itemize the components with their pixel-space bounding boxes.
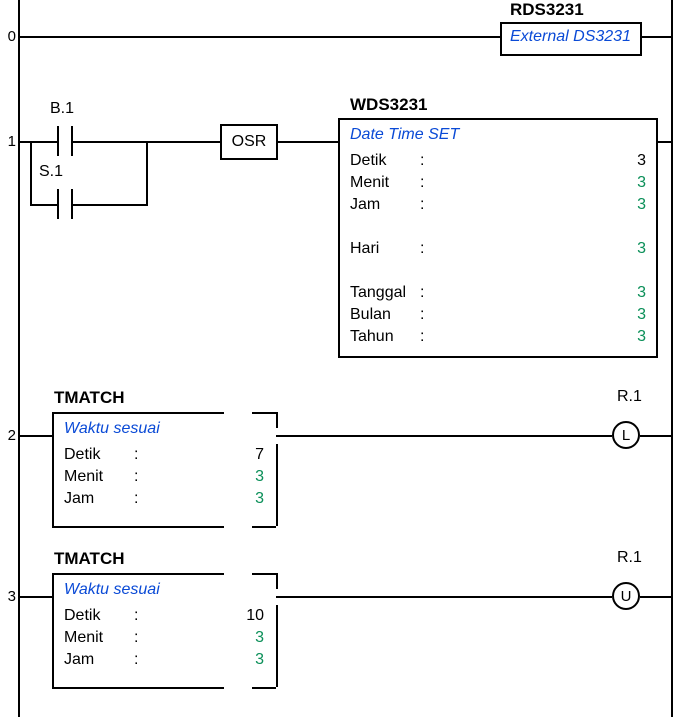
wire	[658, 141, 672, 143]
wire	[20, 36, 500, 38]
rds-head: External DS3231	[510, 28, 632, 46]
tmatch3-row-detik: Detik : 10	[64, 605, 264, 627]
wire	[278, 141, 338, 143]
contact-s1-label: S.1	[39, 163, 63, 181]
coil-unlatch[interactable]: U	[612, 582, 640, 610]
wds-row-detik: Detik : 3	[350, 150, 646, 172]
coil-latch[interactable]: L	[612, 421, 640, 449]
wire	[146, 141, 148, 206]
tmatch3-head: Waktu sesuai	[64, 581, 264, 599]
wire	[20, 435, 52, 437]
rung-number-0: 0	[0, 28, 16, 45]
rung-number-2: 2	[0, 427, 16, 444]
rds-block[interactable]: External DS3231	[500, 22, 642, 56]
wds-block[interactable]: Date Time SET Detik : 3 Menit : 3 Jam : …	[338, 118, 658, 358]
right-power-rail	[671, 0, 673, 717]
wire	[45, 204, 57, 206]
wire	[80, 204, 148, 206]
rung-number-1: 1	[0, 133, 16, 150]
wire	[640, 596, 672, 598]
wire	[640, 435, 672, 437]
wire	[30, 141, 32, 204]
coil-r2-label: R.1	[617, 388, 642, 406]
tmatch2-row-jam: Jam : 3	[64, 488, 264, 510]
rds-title: RDS3231	[510, 0, 584, 20]
wds-title: WDS3231	[350, 95, 427, 115]
tmatch2-block[interactable]: Waktu sesuai Detik : 7 Menit : 3 Jam : 3	[52, 412, 276, 520]
wds-row-tanggal: Tanggal : 3	[350, 282, 646, 304]
wds-row-hari: Hari : 3	[350, 238, 646, 260]
wds-head: Date Time SET	[350, 126, 646, 144]
osr-label: OSR	[232, 133, 267, 150]
tmatch2-row-detik: Detik : 7	[64, 444, 264, 466]
tmatch3-row-jam: Jam : 3	[64, 649, 264, 671]
rung-number-3: 3	[0, 588, 16, 605]
wire	[20, 596, 52, 598]
tmatch2-row-menit: Menit : 3	[64, 466, 264, 488]
wire	[276, 435, 612, 437]
wire	[276, 596, 612, 598]
ladder-diagram: 0 RDS3231 External DS3231 1 B.1 S.1 OSR …	[0, 0, 691, 717]
tmatch3-row-menit: Menit : 3	[64, 627, 264, 649]
wds-row-tahun: Tahun : 3	[350, 326, 646, 348]
wds-row-jam: Jam : 3	[350, 194, 646, 216]
wds-row-bulan: Bulan : 3	[350, 304, 646, 326]
wire	[146, 141, 220, 143]
tmatch2-title: TMATCH	[54, 388, 125, 408]
osr-box[interactable]: OSR	[220, 124, 278, 160]
wire	[640, 36, 672, 38]
wire	[80, 141, 146, 143]
left-power-rail	[18, 0, 20, 717]
wds-row-menit: Menit : 3	[350, 172, 646, 194]
tmatch3-block[interactable]: Waktu sesuai Detik : 10 Menit : 3 Jam : …	[52, 573, 276, 681]
contact-b1-label: B.1	[50, 100, 74, 118]
coil-r3-label: R.1	[617, 549, 642, 567]
tmatch2-head: Waktu sesuai	[64, 420, 264, 438]
wire	[45, 141, 57, 143]
tmatch3-title: TMATCH	[54, 549, 125, 569]
